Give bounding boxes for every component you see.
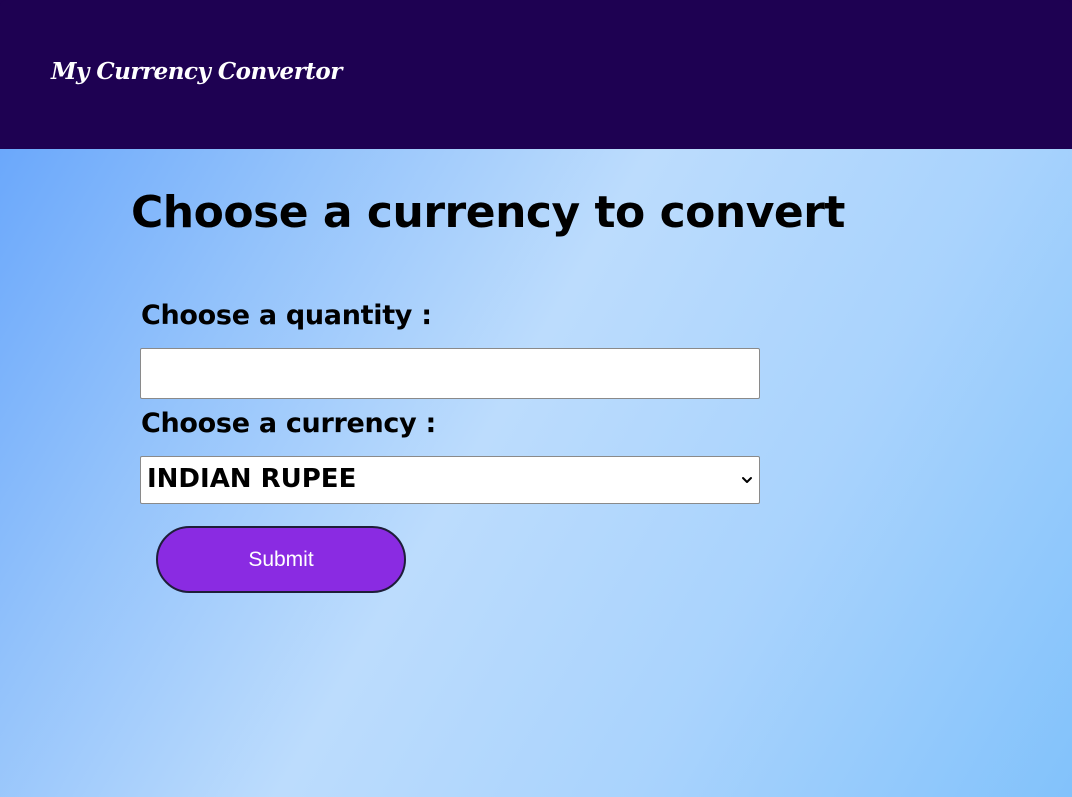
currency-select[interactable]: INDIAN RUPEE xyxy=(140,456,760,504)
quantity-input[interactable] xyxy=(140,348,760,399)
top-navbar: My Currency Convertor xyxy=(0,0,1072,149)
brand-logo-text[interactable]: My Currency Convertor xyxy=(51,58,342,85)
currency-label: Choose a currency : xyxy=(141,408,437,439)
submit-button[interactable]: Submit xyxy=(156,526,406,593)
chevron-down-icon xyxy=(742,477,752,483)
main-content: Choose a currency to convert Choose a qu… xyxy=(0,149,1072,797)
currency-selected-value: INDIAN RUPEE xyxy=(147,464,357,494)
quantity-label: Choose a quantity : xyxy=(141,300,432,331)
page-title: Choose a currency to convert xyxy=(131,187,845,238)
